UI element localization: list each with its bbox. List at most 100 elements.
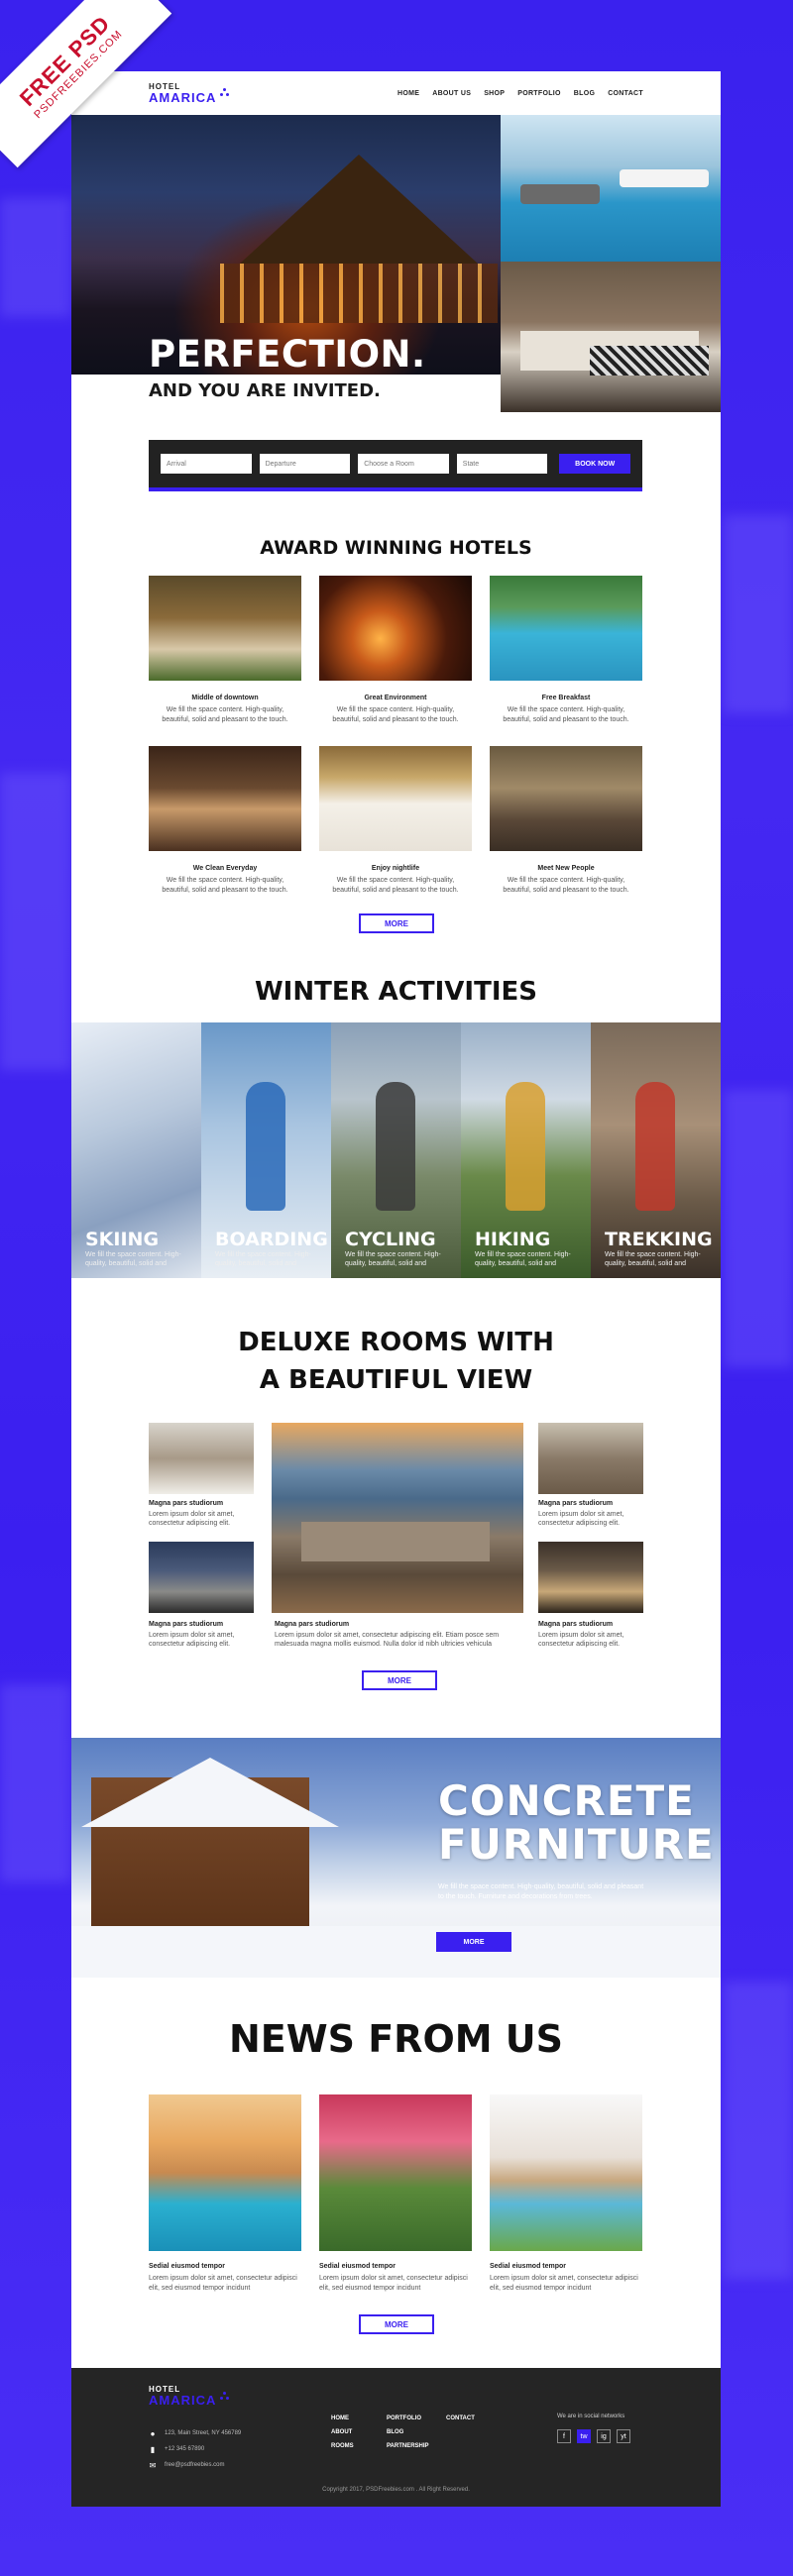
arrival-field[interactable]: Arrival (161, 454, 252, 474)
footer-link-partnership[interactable]: PARTNERSHIP (387, 2439, 429, 2453)
award-card-title: Enjoy nightlife (371, 865, 420, 872)
activity-hiking[interactable]: HIKING We fill the space content. High-q… (461, 1022, 591, 1278)
footer-links-col2: PORTFOLIO BLOG PARTNERSHIP (387, 2412, 429, 2453)
youtube-icon[interactable]: yt (617, 2429, 630, 2443)
footer-link-contact[interactable]: CONTACT (446, 2412, 475, 2425)
site-header: HOTEL AMARICA HOME ABOUT US SHOP PORTFOL… (71, 71, 721, 115)
winter-activities-strip: SKIING We fill the space content. High-q… (71, 1022, 721, 1278)
footer-link-home[interactable]: HOME (331, 2412, 354, 2425)
banner-more-button[interactable]: MORE (436, 1932, 511, 1952)
deluxe-featured-image[interactable] (272, 1423, 523, 1613)
news-image (490, 2094, 642, 2251)
footer-links-col1: HOME ABOUT ROOMS (331, 2412, 354, 2453)
deluxe-more-button[interactable]: MORE (362, 1670, 437, 1690)
nav-shop[interactable]: SHOP (484, 90, 505, 97)
footer-address: 123, Main Street, NY 456789 (165, 2430, 242, 2436)
activity-trekking[interactable]: TREKKING We fill the space content. High… (591, 1022, 721, 1278)
activity-label: HIKING (475, 1229, 551, 1250)
award-card[interactable]: Meet New People We fill the space conten… (490, 746, 642, 896)
deluxe-room-image[interactable] (538, 1542, 643, 1613)
deluxe-room-title: Magna pars studiorum (149, 1621, 224, 1628)
deluxe-title-line1: DELUXE ROOMS WITH (238, 1328, 554, 1357)
departure-field[interactable]: Departure (259, 454, 351, 474)
nav-contact[interactable]: CONTACT (608, 90, 643, 97)
award-image (319, 746, 472, 851)
deluxe-room-desc: Lorem ipsum dolor sit amet, consectetur a… (538, 1511, 624, 1527)
deluxe-room-desc: Lorem ipsum dolor sit amet, consectetur a… (149, 1511, 235, 1527)
footer-link-blog[interactable]: BLOG (387, 2425, 429, 2439)
hero-subtitle: AND YOU ARE INVITED. (149, 380, 381, 401)
hero-section: PERFECTION. AND YOU ARE INVITED. (71, 115, 721, 412)
footer-link-about[interactable]: ABOUT (331, 2425, 354, 2439)
award-card-desc: We fill the space content. High-quality,… (503, 706, 629, 723)
activity-desc: We fill the space content. High-quality,… (475, 1251, 571, 1267)
award-card-desc: We fill the space content. High-quality,… (332, 706, 459, 723)
deluxe-title-line2: A BEAUTIFUL VIEW (259, 1365, 533, 1395)
nav-portfolio[interactable]: PORTFOLIO (517, 90, 561, 97)
award-card[interactable]: Enjoy nightlife We fill the space conten… (319, 746, 472, 896)
award-more-button[interactable]: MORE (359, 913, 434, 933)
page-frame: HOTEL AMARICA HOME ABOUT US SHOP PORTFOL… (71, 71, 721, 2507)
news-card-title: Sedial eiusmod tempor (490, 2263, 567, 2270)
hero-pool-image (501, 115, 721, 262)
footer-link-portfolio[interactable]: PORTFOLIO (387, 2412, 429, 2425)
award-card[interactable]: We Clean Everyday We fill the space cont… (149, 746, 301, 896)
award-card-title: We Clean Everyday (192, 865, 258, 872)
news-card-desc: Lorem ipsum dolor sit amet, consectetur … (149, 2275, 297, 2292)
activity-skiing[interactable]: SKIING We fill the space content. High-q… (71, 1022, 201, 1278)
footer-contact: ● 123, Main Street, NY 456789 ▮ +12 345 67… (149, 2425, 242, 2473)
deluxe-room-image[interactable] (538, 1423, 643, 1494)
footer-link-rooms[interactable]: ROOMS (331, 2439, 354, 2453)
footer-logo[interactable]: HOTEL AMARICA (149, 2386, 230, 2407)
nav-home[interactable]: HOME (397, 90, 419, 97)
news-card[interactable]: Sedial eiusmod tempor Lorem ipsum dolor … (490, 2094, 642, 2294)
award-card[interactable]: Great Environment We fill the space cont… (319, 576, 472, 725)
footer-email[interactable]: free@psdfreebies.com (165, 2462, 224, 2468)
hero-bedroom-image (501, 262, 721, 412)
news-image (149, 2094, 301, 2251)
news-card-desc: Lorem ipsum dolor sit amet, consectetur … (490, 2275, 638, 2292)
award-image (149, 746, 301, 851)
instagram-icon[interactable]: ig (597, 2429, 611, 2443)
deluxe-room-desc: Lorem ipsum dolor sit amet, consectetur a… (538, 1632, 624, 1648)
award-card-desc: We fill the space content. High-quality,… (332, 877, 459, 894)
book-now-button[interactable]: BOOK NOW (559, 454, 631, 474)
activity-desc: We fill the space content. High-quality,… (85, 1251, 181, 1267)
award-card-desc: We fill the space content. High-quality,… (162, 877, 288, 894)
award-image (490, 576, 642, 681)
phone-icon: ▮ (150, 2444, 156, 2454)
deluxe-room-image[interactable] (149, 1542, 254, 1613)
activity-label: BOARDING (215, 1229, 328, 1250)
deluxe-featured-desc: Lorem ipsum dolor sit amet, consectetur … (275, 1632, 500, 1648)
news-image (319, 2094, 472, 2251)
news-card[interactable]: Sedial eiusmod tempor Lorem ipsum dolor … (149, 2094, 301, 2294)
location-pin-icon: ● (150, 2428, 156, 2438)
site-logo[interactable]: HOTEL AMARICA (149, 82, 230, 104)
nav-about-us[interactable]: ABOUT US (432, 90, 471, 97)
concrete-furniture-banner: CONCRETE FURNITURE We fill the space con… (71, 1738, 721, 1978)
twitter-icon[interactable]: tw (577, 2429, 591, 2443)
activity-desc: We fill the space content. High-quality,… (345, 1251, 441, 1267)
deluxe-featured-title: Magna pars studiorum (275, 1621, 350, 1628)
award-section-title: AWARD WINNING HOTELS (260, 537, 532, 559)
hero-title: PERFECTION. (149, 333, 426, 376)
activity-boarding[interactable]: BOARDING We fill the space content. High… (201, 1022, 331, 1278)
activity-cycling[interactable]: CYCLING We fill the space content. High-… (331, 1022, 461, 1278)
news-card[interactable]: Sedial eiusmod tempor Lorem ipsum dolor … (319, 2094, 472, 2294)
main-nav: HOME ABOUT US SHOP PORTFOLIO BLOG CONTAC… (397, 90, 643, 97)
state-field[interactable]: State (456, 454, 548, 474)
award-card[interactable]: Middle of downtown We fill the space con… (149, 576, 301, 725)
award-image (149, 576, 301, 681)
activity-label: SKIING (85, 1229, 160, 1250)
deluxe-room-image[interactable] (149, 1423, 254, 1494)
facebook-icon[interactable]: f (557, 2429, 571, 2443)
news-card-title: Sedial eiusmod tempor (319, 2263, 396, 2270)
news-more-button[interactable]: MORE (359, 2314, 434, 2334)
nav-blog[interactable]: BLOG (574, 90, 595, 97)
award-card[interactable]: Free Breakfast We fill the space content… (490, 576, 642, 725)
activity-label: TREKKING (605, 1229, 713, 1250)
room-select[interactable]: Choose a Room (358, 454, 449, 474)
banner-text: We fill the space content. High-quality,… (438, 1883, 644, 1900)
logo-dots-icon (220, 88, 230, 98)
award-card-desc: We fill the space content. High-quality,… (503, 877, 629, 894)
